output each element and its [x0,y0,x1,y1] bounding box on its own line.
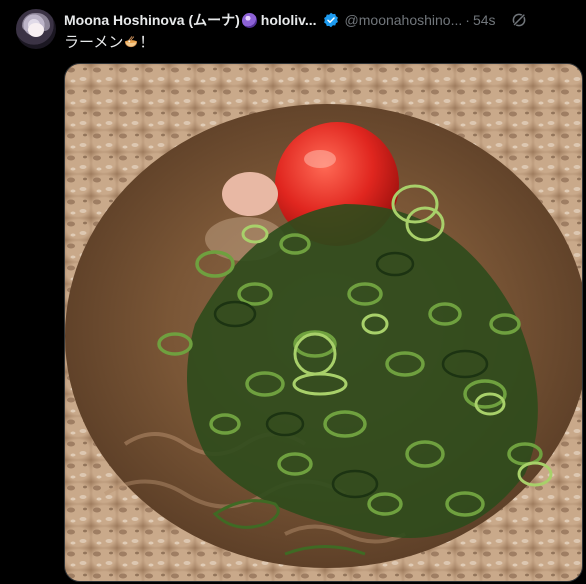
user-avatar[interactable] [16,9,56,49]
tweet-text: ラーメン ！ [64,33,154,53]
grok-icon[interactable] [510,11,528,29]
ramen-bowl-icon [125,36,138,48]
verified-badge-icon [323,12,338,28]
ramen-image [65,64,582,581]
tweet-header: Moona Hoshinova (ムーナ) hololiv... @moonah… [64,11,578,29]
display-name[interactable]: Moona Hoshinova (ムーナ) [64,11,240,29]
user-handle[interactable]: @moonahoshino... [345,11,463,29]
org-name[interactable]: hololiv... [261,11,317,29]
separator-dot: · [465,12,470,28]
ramen-photo[interactable] [64,63,583,582]
avatar-face [28,23,44,37]
tweet-text-main: ラーメン [64,34,124,51]
timestamp[interactable]: 54s [473,11,496,29]
tweet-text-exclamation: ！ [139,34,155,51]
purple-orb-icon [241,12,257,28]
